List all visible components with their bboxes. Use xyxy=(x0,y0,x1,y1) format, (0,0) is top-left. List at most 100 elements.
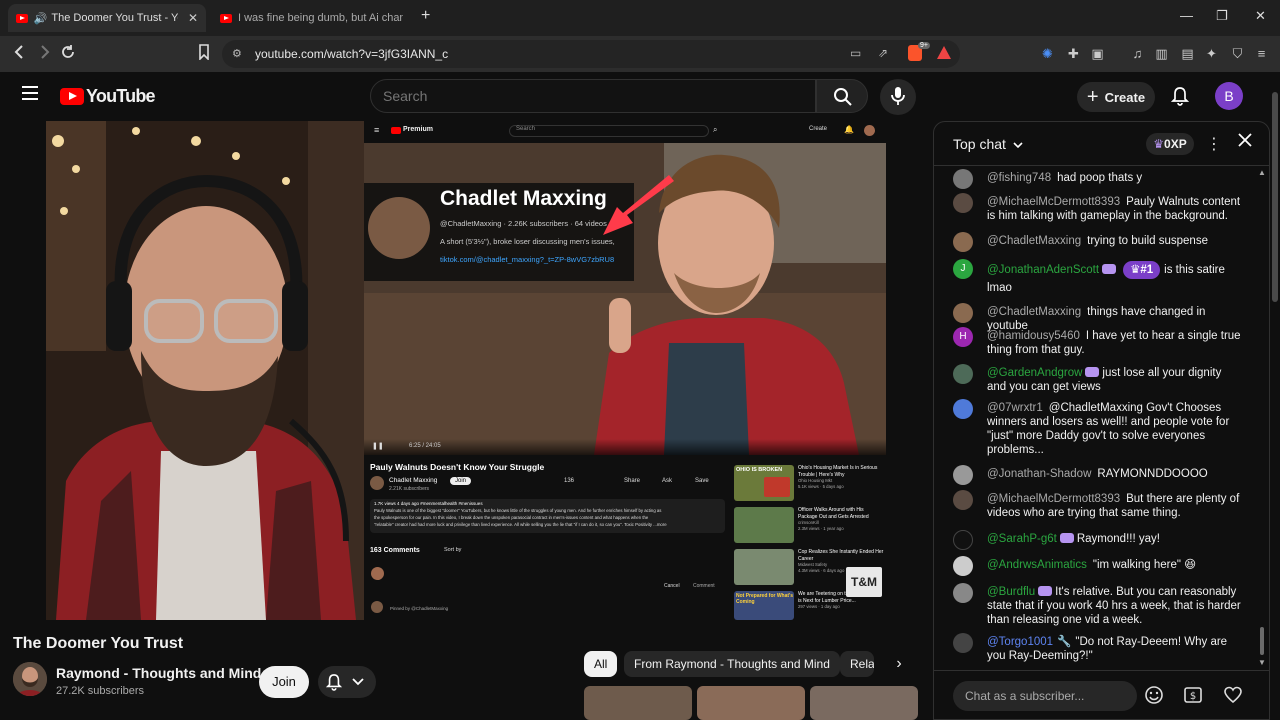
create-label: Create xyxy=(1104,89,1146,105)
inner-pinned-avatar xyxy=(371,601,383,613)
channel-watermark[interactable]: T&M xyxy=(846,567,882,597)
share-icon[interactable]: ⇗ xyxy=(878,46,888,60)
extension-blue-icon[interactable]: ✺ xyxy=(1040,46,1055,61)
notifications-bell-icon[interactable] xyxy=(1170,86,1190,111)
cast-icon[interactable]: ▭ xyxy=(850,46,861,60)
page-scrollbar-thumb[interactable] xyxy=(1272,92,1278,302)
channel-name[interactable]: Raymond - Thoughts and Mind xyxy=(56,665,261,681)
chat-author[interactable]: @JonathanAdenScott xyxy=(987,264,1099,276)
account-avatar[interactable]: B xyxy=(1215,82,1243,110)
inner-uploader-subs: 2.21K subscribers xyxy=(389,486,430,492)
inner-desc-line3: "relatable" creator had had more luck an… xyxy=(374,522,667,527)
reload-icon[interactable] xyxy=(60,44,76,65)
channel-avatar[interactable] xyxy=(13,662,47,696)
youtube-header: YouTube + Create B xyxy=(0,72,1270,120)
related-video-thumb[interactable] xyxy=(584,686,692,720)
inner-video-frame: Chadlet Maxxing @ChadletMaxxing · 2.26K … xyxy=(364,143,886,455)
chat-text: Raymond!!! yay! xyxy=(1076,533,1160,545)
chat-author[interactable]: @ChadletMaxxing xyxy=(987,235,1081,247)
search-box[interactable] xyxy=(370,79,816,113)
emoji-icon[interactable] xyxy=(1144,685,1166,707)
leo-ai-icon[interactable]: ✦ xyxy=(1204,46,1219,61)
back-icon[interactable] xyxy=(12,44,26,65)
tab-close-icon[interactable]: ✕ xyxy=(188,11,198,25)
voice-search-button[interactable] xyxy=(880,79,916,115)
new-tab-icon[interactable]: + xyxy=(421,7,430,25)
chat-scroll-up-icon[interactable]: ▲ xyxy=(1258,168,1266,177)
inner-search-icon: ⌕ xyxy=(713,125,718,134)
bookmark-icon[interactable] xyxy=(198,44,210,65)
site-settings-icon[interactable]: ⚙ xyxy=(232,47,242,60)
chat-author[interactable]: @Burdflu xyxy=(987,586,1035,598)
chat-close-icon[interactable] xyxy=(1237,132,1253,153)
chat-author[interactable]: @ChadletMaxxing xyxy=(987,306,1081,318)
chat-avatar xyxy=(953,465,973,485)
create-button[interactable]: + Create xyxy=(1077,82,1155,112)
wallet-card-icon[interactable]: ▤ xyxy=(1180,46,1195,61)
menu-icon[interactable]: ≡ xyxy=(1254,46,1269,61)
related-video-thumb[interactable] xyxy=(697,686,805,720)
inner-time: 6:25 / 24:05 xyxy=(409,443,441,449)
chat-text: "im walking here" 😆 xyxy=(1092,559,1197,571)
related-video-thumb[interactable] xyxy=(810,686,918,720)
chip-from-channel[interactable]: From Raymond - Thoughts and Mind xyxy=(624,651,840,677)
guide-menu-icon[interactable] xyxy=(22,86,38,105)
vpn-icon[interactable]: ⛉ xyxy=(1230,46,1245,61)
chat-scroll-down-icon[interactable]: ▼ xyxy=(1258,658,1266,667)
minimize-icon[interactable]: — xyxy=(1180,8,1193,23)
window-close-icon[interactable]: ✕ xyxy=(1255,8,1266,24)
chat-author[interactable]: @SarahP-g6t xyxy=(987,533,1057,545)
chat-author[interactable]: @Torgo1001 xyxy=(987,636,1053,648)
rec-thumb-text: OHIO IS BROKEN xyxy=(736,467,783,473)
plus-icon: + xyxy=(1086,86,1099,108)
chat-author[interactable]: @GardenAndgrow xyxy=(987,367,1082,379)
chat-avatar xyxy=(953,399,973,419)
heart-icon[interactable] xyxy=(1223,685,1245,707)
sidebar-toggle-icon[interactable]: ▥ xyxy=(1154,46,1169,61)
chat-more-icon[interactable]: ⋮ xyxy=(1206,134,1222,154)
search-input[interactable] xyxy=(383,88,783,104)
youtube-logo-icon[interactable] xyxy=(60,88,84,105)
forward-icon[interactable] xyxy=(38,44,52,65)
member-badge-icon xyxy=(1059,533,1074,543)
chat-avatar xyxy=(953,556,973,576)
video-player[interactable]: ≡ Premium Search ⌕ Create 🔔 Chadlet Maxx… xyxy=(46,121,886,620)
chat-avatar xyxy=(953,530,973,550)
chip-all[interactable]: All xyxy=(584,651,618,677)
rec-thumb: OHIO IS BROKEN xyxy=(734,465,794,501)
video-title: The Doomer You Trust xyxy=(13,635,184,652)
chat-author[interactable]: @hamidousy5460 xyxy=(987,330,1080,342)
chat-author[interactable]: @MichaelMcDermott8393 xyxy=(987,493,1120,505)
chips-next-icon[interactable]: › xyxy=(884,651,914,677)
chat-mode-dropdown[interactable]: Top chat xyxy=(953,136,1023,152)
chat-author[interactable]: @AndrwsAnimatics xyxy=(987,559,1087,571)
inner-menu-icon: ≡ xyxy=(374,125,380,135)
extensions-puzzle-icon[interactable]: ✚ xyxy=(1066,46,1081,61)
chat-input-placeholder: Chat as a subscriber... xyxy=(965,689,1085,703)
webcam-scene-image xyxy=(46,121,364,620)
chat-input-field[interactable]: Chat as a subscriber... xyxy=(953,681,1137,711)
browser-tab-active[interactable]: 🔊 The Doomer You Trust - YouTube ✕ xyxy=(8,4,206,32)
chat-title: Top chat xyxy=(953,136,1006,152)
address-bar[interactable]: ⚙ youtube.com/watch?v=3jfG3IANN_c ▭ ⇗ 9+ xyxy=(222,40,960,68)
chat-author[interactable]: @fishing748 xyxy=(987,172,1051,184)
page-scrollbar[interactable] xyxy=(1270,72,1280,720)
wallet-icon[interactable]: ▣ xyxy=(1090,46,1105,61)
brave-rewards-icon[interactable] xyxy=(937,46,951,59)
chip-related[interactable]: Rela xyxy=(840,651,874,677)
chat-avatar xyxy=(953,583,973,603)
inner-desc-line1: Pauly Walnuts is one of the biggest "doo… xyxy=(374,508,662,513)
chat-author[interactable]: @07wrxtr1 xyxy=(987,402,1043,414)
xp-label: 0XP xyxy=(1164,137,1187,151)
restore-icon[interactable]: ❐ xyxy=(1216,8,1228,24)
subscribe-bell-button[interactable] xyxy=(318,666,376,698)
media-icon[interactable]: ♫ xyxy=(1130,46,1145,61)
chat-scrollbar-thumb[interactable] xyxy=(1260,627,1264,655)
chat-author[interactable]: @Jonathan-Shadow xyxy=(987,468,1091,480)
join-button[interactable]: Join xyxy=(259,666,309,698)
browser-tab[interactable]: I was fine being dumb, but Ai changed xyxy=(212,4,412,32)
search-button[interactable] xyxy=(816,79,868,113)
chat-author[interactable]: @MichaelMcDermott8393 xyxy=(987,196,1120,208)
xp-badge[interactable]: ♛0XP xyxy=(1146,133,1194,155)
super-chat-icon[interactable]: $ xyxy=(1183,685,1205,707)
